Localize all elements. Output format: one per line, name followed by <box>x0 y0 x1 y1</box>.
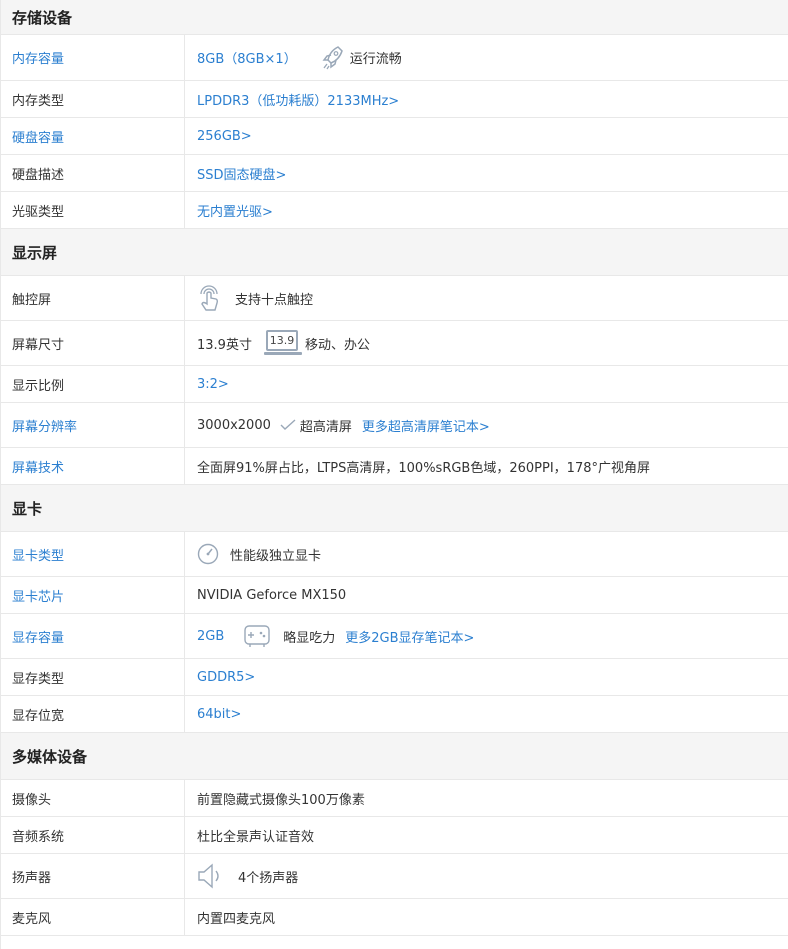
spec-key: 硬盘描述 <box>1 155 185 191</box>
spec-key[interactable]: 内存容量 <box>1 35 185 80</box>
spec-row-speaker: 扬声器 4个扬声器 <box>1 854 788 899</box>
spec-row-memory-capacity: 内存容量 8GB（8GB×1） 运行流畅 <box>1 35 788 81</box>
gauge-icon <box>197 543 219 565</box>
spec-key: 显示比例 <box>1 366 185 402</box>
section-multimedia: 多媒体设备 <box>1 733 788 780</box>
screen-size-number: 13.9 <box>265 330 298 351</box>
spec-value: 3000x2000 <box>197 417 271 433</box>
spec-key: 光驱类型 <box>1 192 185 228</box>
section-storage: 存储设备 <box>1 0 788 35</box>
spec-row-mic: 麦克风 内置四麦克风 <box>1 899 788 936</box>
spec-row-screen-size: 屏幕尺寸 13.9英寸 13.9 移动、办公 <box>1 321 788 366</box>
spec-value: 前置隐藏式摄像头100万像素 <box>197 792 365 808</box>
spec-row-disk-capacity: 硬盘容量 256GB> <box>1 118 788 155</box>
spec-row-optical: 光驱类型 无内置光驱> <box>1 192 788 229</box>
spec-row-vram: 显存容量 2GB 略显吃力 更多2GB显存笔记本> <box>1 614 788 659</box>
spec-key: 扬声器 <box>1 854 185 898</box>
spec-key: 显存类型 <box>1 659 185 695</box>
spec-key[interactable]: 显卡类型 <box>1 532 185 576</box>
spec-row-bus: 显存位宽 64bit> <box>1 696 788 733</box>
spec-row-gpu-chip: 显卡芯片 NVIDIA Geforce MX150 <box>1 577 788 614</box>
laptop-screen-icon: 13.9 <box>263 330 302 356</box>
spec-key[interactable]: 显存容量 <box>1 614 185 658</box>
spec-value-link[interactable]: 8GB（8GB×1） <box>197 48 297 67</box>
spec-value: 4个扬声器 <box>238 870 299 886</box>
spec-value: NVIDIA Geforce MX150 <box>197 587 347 603</box>
spec-row-memory-type: 内存类型 LPDDR3（低功耗版）2133MHz> <box>1 81 788 118</box>
spec-key[interactable]: 显卡芯片 <box>1 577 185 613</box>
spec-row-vram-type: 显存类型 GDDR5> <box>1 659 788 696</box>
spec-badge: 超高清屏 <box>299 419 352 435</box>
spec-key: 显存位宽 <box>1 696 185 732</box>
section-title: 显示屏 <box>12 243 58 262</box>
spec-key: 屏幕尺寸 <box>1 321 185 365</box>
spec-badge: 移动、办公 <box>304 337 370 353</box>
spec-value-link[interactable]: 2GB <box>197 629 224 644</box>
spec-table: 存储设备 内存容量 8GB（8GB×1） 运行流畅 内存类型 LPDDR3（低功… <box>0 0 788 949</box>
spec-value: 内置四麦克风 <box>197 911 276 927</box>
spec-value-link[interactable]: 256GB> <box>197 129 252 144</box>
spec-row-camera: 摄像头 前置隐藏式摄像头100万像素 <box>1 780 788 817</box>
spec-key: 摄像头 <box>1 780 185 816</box>
spec-value-link[interactable]: 64bit> <box>197 707 241 722</box>
spec-value-link[interactable]: LPDDR3（低功耗版）2133MHz> <box>197 90 399 109</box>
spec-row-touch: 触控屏 支持十点触控 <box>1 276 788 321</box>
spec-key[interactable]: 硬盘容量 <box>1 118 185 154</box>
section-gpu: 显卡 <box>1 485 788 532</box>
check-icon <box>280 419 296 431</box>
spec-key[interactable]: 屏幕分辨率 <box>1 403 185 447</box>
spec-row-gpu-type: 显卡类型 性能级独立显卡 <box>1 532 788 577</box>
more-link[interactable]: 更多超高清屏笔记本> <box>362 416 490 435</box>
rocket-icon <box>322 45 344 71</box>
spec-key: 音频系统 <box>1 817 185 853</box>
more-link[interactable]: 更多2GB显存笔记本> <box>345 627 474 646</box>
spec-value: 支持十点触控 <box>235 292 314 308</box>
section-title: 多媒体设备 <box>12 747 88 766</box>
spec-value-link[interactable]: 无内置光驱> <box>197 201 273 220</box>
spec-badge: 运行流畅 <box>349 52 402 67</box>
speaker-icon <box>197 863 225 889</box>
spec-key: 触控屏 <box>1 276 185 320</box>
spec-row-disk-desc: 硬盘描述 SSD固态硬盘> <box>1 155 788 192</box>
section-title: 存储设备 <box>12 8 73 27</box>
spec-value: 杜比全景声认证音效 <box>197 829 315 845</box>
spec-value-link[interactable]: SSD固态硬盘> <box>197 164 286 183</box>
touch-hand-icon <box>197 284 221 312</box>
section-display: 显示屏 <box>1 229 788 276</box>
spec-key: 内存类型 <box>1 81 185 117</box>
spec-value: 性能级独立显卡 <box>230 548 322 564</box>
spec-row-ratio: 显示比例 3:2> <box>1 366 788 403</box>
spec-value-link[interactable]: 3:2> <box>197 377 229 392</box>
spec-value: 全面屏91%屏占比，LTPS高清屏，100%sRGB色域，260PPI，178°… <box>197 460 650 476</box>
spec-row-tech: 屏幕技术 全面屏91%屏占比，LTPS高清屏，100%sRGB色域，260PPI… <box>1 448 788 485</box>
spec-badge: 略显吃力 <box>283 630 336 646</box>
spec-value: 13.9英寸 <box>197 337 252 353</box>
gamepad-icon <box>243 624 271 648</box>
spec-key[interactable]: 屏幕技术 <box>1 448 185 484</box>
section-title: 显卡 <box>12 499 43 518</box>
spec-row-audio: 音频系统 杜比全景声认证音效 <box>1 817 788 854</box>
spec-value-link[interactable]: GDDR5> <box>197 670 255 685</box>
spec-row-resolution: 屏幕分辨率 3000x2000 超高清屏 更多超高清屏笔记本> <box>1 403 788 448</box>
spec-key: 麦克风 <box>1 899 185 935</box>
